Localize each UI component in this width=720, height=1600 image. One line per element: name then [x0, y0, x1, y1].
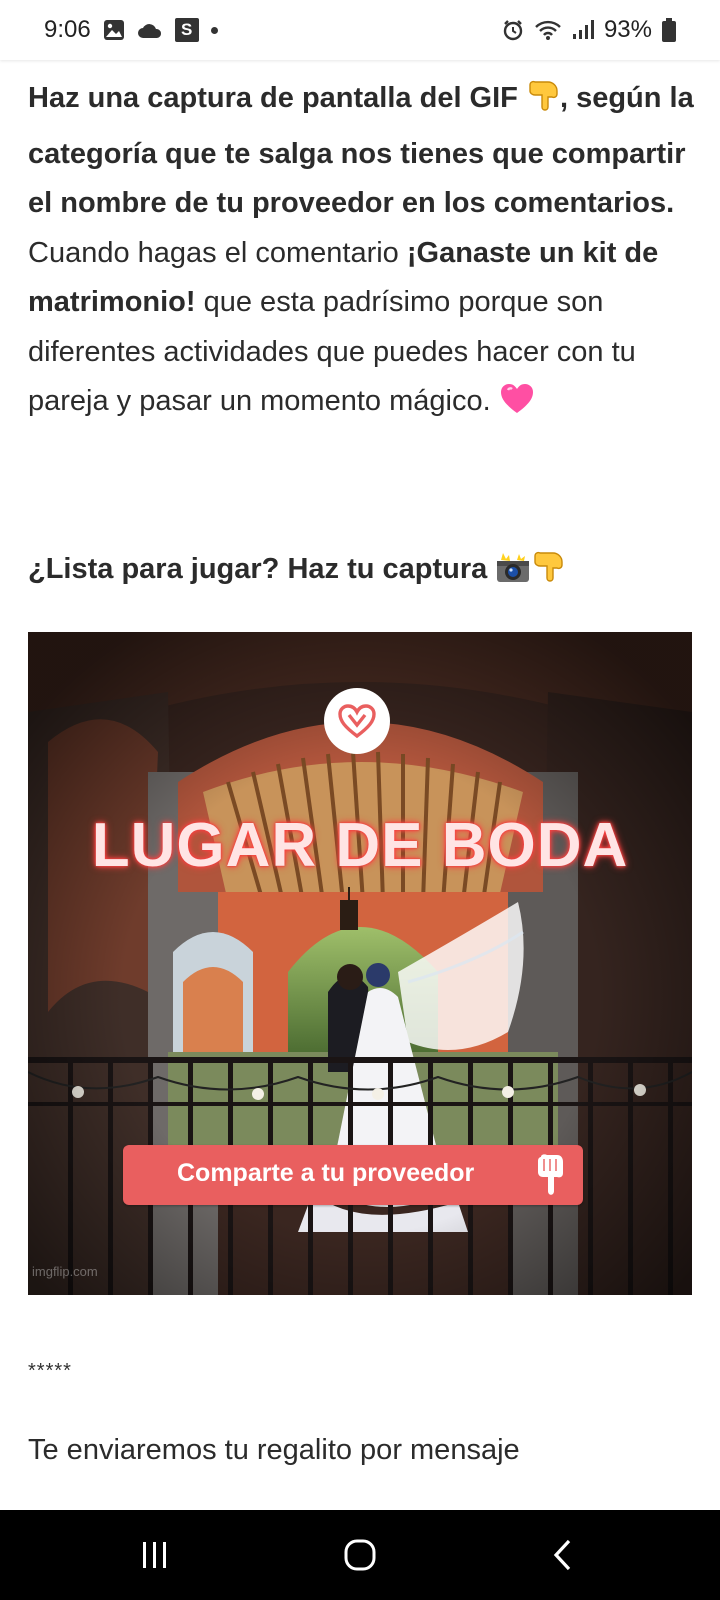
wedding-gif[interactable]: LUGAR DE BODA Comparte a tu proveedor im…	[28, 632, 692, 1295]
gallery-icon	[103, 19, 125, 41]
s-app-icon: S	[174, 18, 199, 42]
notification-dot	[210, 26, 218, 34]
point-down-hand-icon	[535, 1153, 565, 1202]
recents-button[interactable]	[130, 1534, 180, 1576]
point-down-hand-emoji	[526, 79, 560, 130]
alarm-icon	[502, 19, 524, 41]
back-button[interactable]	[538, 1534, 588, 1576]
post-content: Haz una captura de pantalla del GIF , se…	[0, 60, 720, 1510]
footer-text: Te enviaremos tu regalito por mensaje	[28, 1434, 520, 1466]
post-paragraph: Haz una captura de pantalla del GIF , se…	[28, 74, 698, 433]
share-provider-button[interactable]: Comparte a tu proveedor	[123, 1145, 583, 1205]
wifi-icon	[534, 19, 562, 41]
camera-flash-emoji	[495, 552, 531, 595]
recents-icon	[143, 1542, 166, 1568]
gif-title: LUGAR DE BODA	[91, 811, 629, 880]
status-bar-right: 93%	[502, 16, 676, 44]
headline-text: ¿Lista para jugar? Haz tu captura	[28, 553, 488, 585]
separator-stars: *****	[28, 1360, 72, 1382]
back-icon	[553, 1539, 571, 1571]
navigation-bar	[0, 1510, 720, 1600]
bold-text-segment: Haz una captura de pantalla del GIF	[28, 82, 526, 114]
heart-logo-icon	[324, 688, 390, 754]
post-headline: ¿Lista para jugar? Haz tu captura	[28, 549, 565, 595]
imgflip-watermark: imgflip.com	[32, 1264, 98, 1279]
signal-icon	[572, 19, 594, 41]
point-down-hand-emoji	[531, 550, 565, 595]
cloud-icon	[137, 21, 163, 39]
status-bar: 9:06 S 93%	[0, 0, 720, 60]
status-bar-left: 9:06 S	[44, 16, 218, 44]
battery-percent: 93%	[603, 16, 652, 43]
home-icon	[344, 1539, 376, 1571]
home-button[interactable]	[335, 1534, 385, 1576]
share-provider-label: Comparte a tu proveedor	[177, 1159, 475, 1187]
clock: 9:06	[44, 16, 91, 43]
pink-heart-emoji	[499, 382, 535, 433]
battery-icon	[662, 18, 676, 42]
text-segment: Cuando hagas el comentario	[28, 236, 407, 269]
